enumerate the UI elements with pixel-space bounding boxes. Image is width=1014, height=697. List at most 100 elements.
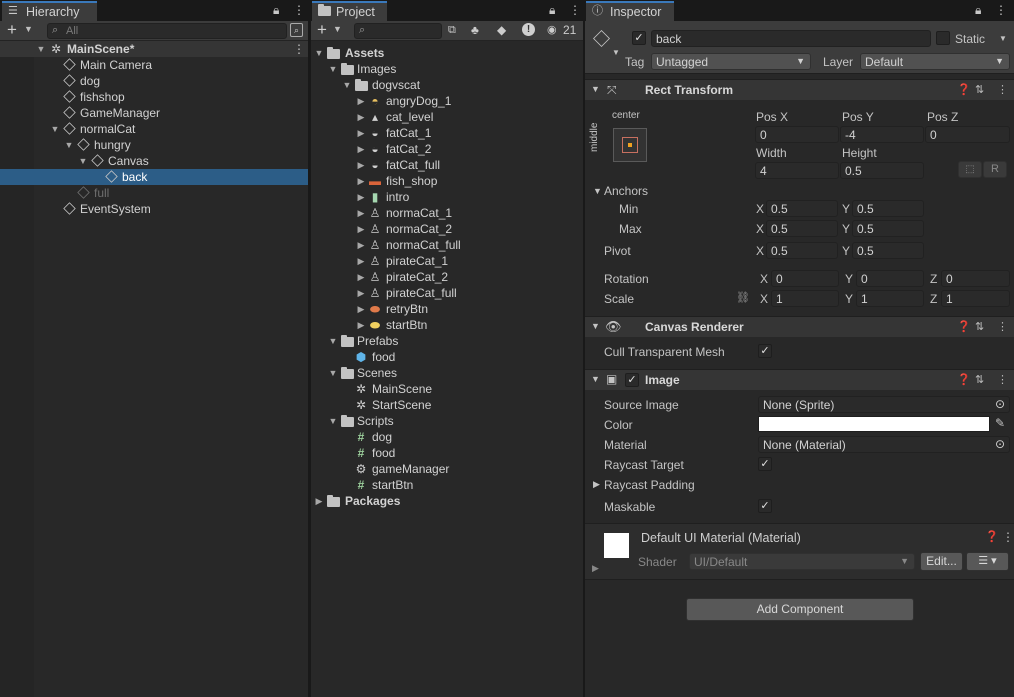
expand-arrow-icon[interactable]: ▼ [328,61,338,77]
hierarchy-item[interactable]: ▼ normalCat [0,121,308,137]
expand-arrow-icon[interactable]: ▶ [356,141,366,157]
hierarchy-item[interactable]: GameManager [0,105,308,121]
lock-icon[interactable]: 🔒︎ [273,3,279,18]
expand-arrow-icon[interactable]: ▶ [356,317,366,333]
tab-hierarchy[interactable]: ☰ Hierarchy [2,1,97,21]
add-icon[interactable]: + [7,20,17,40]
chevron-down-icon[interactable]: ▼ [333,24,342,34]
expand-arrow-icon[interactable]: ▶ [356,93,366,109]
expand-arrow-icon[interactable]: ▼ [78,153,88,169]
eyedropper-icon[interactable]: ✎ [995,416,1005,430]
expand-arrow-icon[interactable]: ▶ [356,253,366,269]
width-field[interactable]: 4 [755,162,839,179]
tab-inspector[interactable]: ⓘ Inspector [586,1,674,21]
list-item[interactable]: ▶ ▴ cat_level [311,109,583,125]
hierarchy-search-input[interactable]: ⌕ All [47,23,287,39]
pos-y-field[interactable]: -4 [840,126,924,143]
hierarchy-item-selected[interactable]: back [0,169,308,185]
list-item[interactable]: ▶ ♙ pirateCat_full [311,285,583,301]
shader-dropdown[interactable]: UI/Default ▼ [689,553,915,570]
expand-arrow-icon[interactable]: ▼ [314,45,324,61]
rotation-x-field[interactable]: 0 [771,270,839,287]
anchor-max-x-field[interactable]: 0.5 [766,220,838,237]
anchor-min-y-field[interactable]: 0.5 [852,200,924,217]
add-component-button[interactable]: Add Component [686,598,914,621]
foldout-arrow-icon[interactable]: ▶ [592,563,599,574]
scale-y-field[interactable]: 1 [856,290,924,307]
expand-arrow-icon[interactable]: ▼ [328,333,338,349]
kebab-menu-icon[interactable]: ⋮ [997,373,1008,386]
hierarchy-item[interactable]: fishshop [0,89,308,105]
list-item[interactable]: ⬢ food [311,349,583,365]
folder-row[interactable]: ▼ Scripts [311,413,583,429]
folder-row[interactable]: ▼ Images [311,61,583,77]
scale-z-field[interactable]: 1 [941,290,1010,307]
scale-x-field[interactable]: 1 [771,290,839,307]
search-options-icon[interactable]: ⧉ [448,24,456,37]
list-item[interactable]: ▶ ♙ pirateCat_1 [311,253,583,269]
object-picker-icon[interactable]: ⊙ [995,437,1005,451]
list-item[interactable]: ▶ ◒ fatCat_full [311,157,583,173]
raycast-target-checkbox[interactable]: ✓ [758,457,772,471]
maskable-checkbox[interactable]: ✓ [758,499,772,513]
preset-icon[interactable]: ⇅ [975,83,984,96]
foldout-arrow-icon[interactable]: ▼ [591,321,600,331]
anchor-max-y-field[interactable]: 0.5 [852,220,924,237]
source-image-field[interactable]: None (Sprite) ⊙ [758,396,1010,413]
list-item[interactable]: ✲ MainScene [311,381,583,397]
expand-arrow-icon[interactable]: ▶ [314,493,324,509]
expand-arrow-icon[interactable]: ▶ [356,237,366,253]
image-header[interactable]: ▼ ▣ ✓ Image ❓ ⇅ ⋮ [585,369,1014,390]
list-item[interactable]: ▶ ⬬ startBtn [311,317,583,333]
color-field[interactable] [758,416,990,432]
expand-arrow-icon[interactable]: ▼ [342,77,352,93]
expand-arrow-icon[interactable]: ▶ [356,221,366,237]
preset-icon[interactable]: ⇅ [975,373,984,386]
foldout-arrow-icon[interactable]: ▼ [591,84,600,94]
kebab-menu-icon[interactable]: ⋮ [995,3,1007,17]
list-item[interactable]: ▶ ▬ fish_shop [311,173,583,189]
list-item[interactable]: ▶ ♙ normaCat_1 [311,205,583,221]
expand-arrow-icon[interactable]: ▼ [64,137,74,153]
kebab-menu-icon[interactable]: ⋮ [1002,530,1014,544]
hierarchy-item[interactable]: ▼ hungry [0,137,308,153]
help-icon[interactable]: ❓ [957,83,971,96]
canvas-renderer-header[interactable]: ▼ 👁︎ Canvas Renderer ❓ ⇅ ⋮ [585,316,1014,337]
list-item[interactable]: ▶ ♙ normaCat_2 [311,221,583,237]
folder-row[interactable]: ▼ Prefabs [311,333,583,349]
expand-arrow-icon[interactable]: ▶ [356,157,366,173]
kebab-menu-icon[interactable]: ⋮ [997,83,1008,96]
project-search-input[interactable]: ⌕ [354,23,442,39]
filter-by-label-icon[interactable]: ◆ [497,23,506,37]
expand-arrow-icon[interactable]: ▶ [356,285,366,301]
material-options-button[interactable]: ☰ ▾ [966,552,1009,571]
list-item[interactable]: ▶ ◒ fatCat_1 [311,125,583,141]
add-icon[interactable]: + [317,20,327,40]
active-checkbox[interactable]: ✓ [632,31,646,45]
lock-icon[interactable]: 🔒︎ [975,3,981,18]
hierarchy-item[interactable]: EventSystem [0,201,308,217]
hierarchy-item[interactable]: dog [0,73,308,89]
folder-row[interactable]: ▶ Packages [311,493,583,509]
anchor-min-x-field[interactable]: 0.5 [766,200,838,217]
list-item[interactable]: # food [311,445,583,461]
blueprint-mode-button[interactable]: ⬚ [958,161,982,178]
chevron-down-icon[interactable]: ▼ [612,48,620,57]
folder-row[interactable]: ▼ dogvscat [311,77,583,93]
raw-edit-button[interactable]: R [983,161,1007,178]
expand-arrow-icon[interactable]: ▼ [50,121,60,137]
pos-z-field[interactable]: 0 [925,126,1010,143]
static-checkbox[interactable] [936,31,950,45]
warning-filter-icon[interactable]: ! [522,23,535,36]
filter-by-type-icon[interactable]: ♣ [471,23,479,37]
list-item[interactable]: ✲ StartScene [311,397,583,413]
pos-x-field[interactable]: 0 [755,126,839,143]
list-item[interactable]: ▶ ⬬ retryBtn [311,301,583,317]
list-item[interactable]: ⚙ gameManager [311,461,583,477]
help-icon[interactable]: ❓ [957,373,971,386]
expand-arrow-icon[interactable]: ▶ [356,189,366,205]
expand-arrow-icon[interactable]: ▼ [36,41,46,57]
hierarchy-item-inactive[interactable]: full [0,185,308,201]
edit-shader-button[interactable]: Edit... [920,552,963,571]
list-item[interactable]: ▶ ▮ intro [311,189,583,205]
